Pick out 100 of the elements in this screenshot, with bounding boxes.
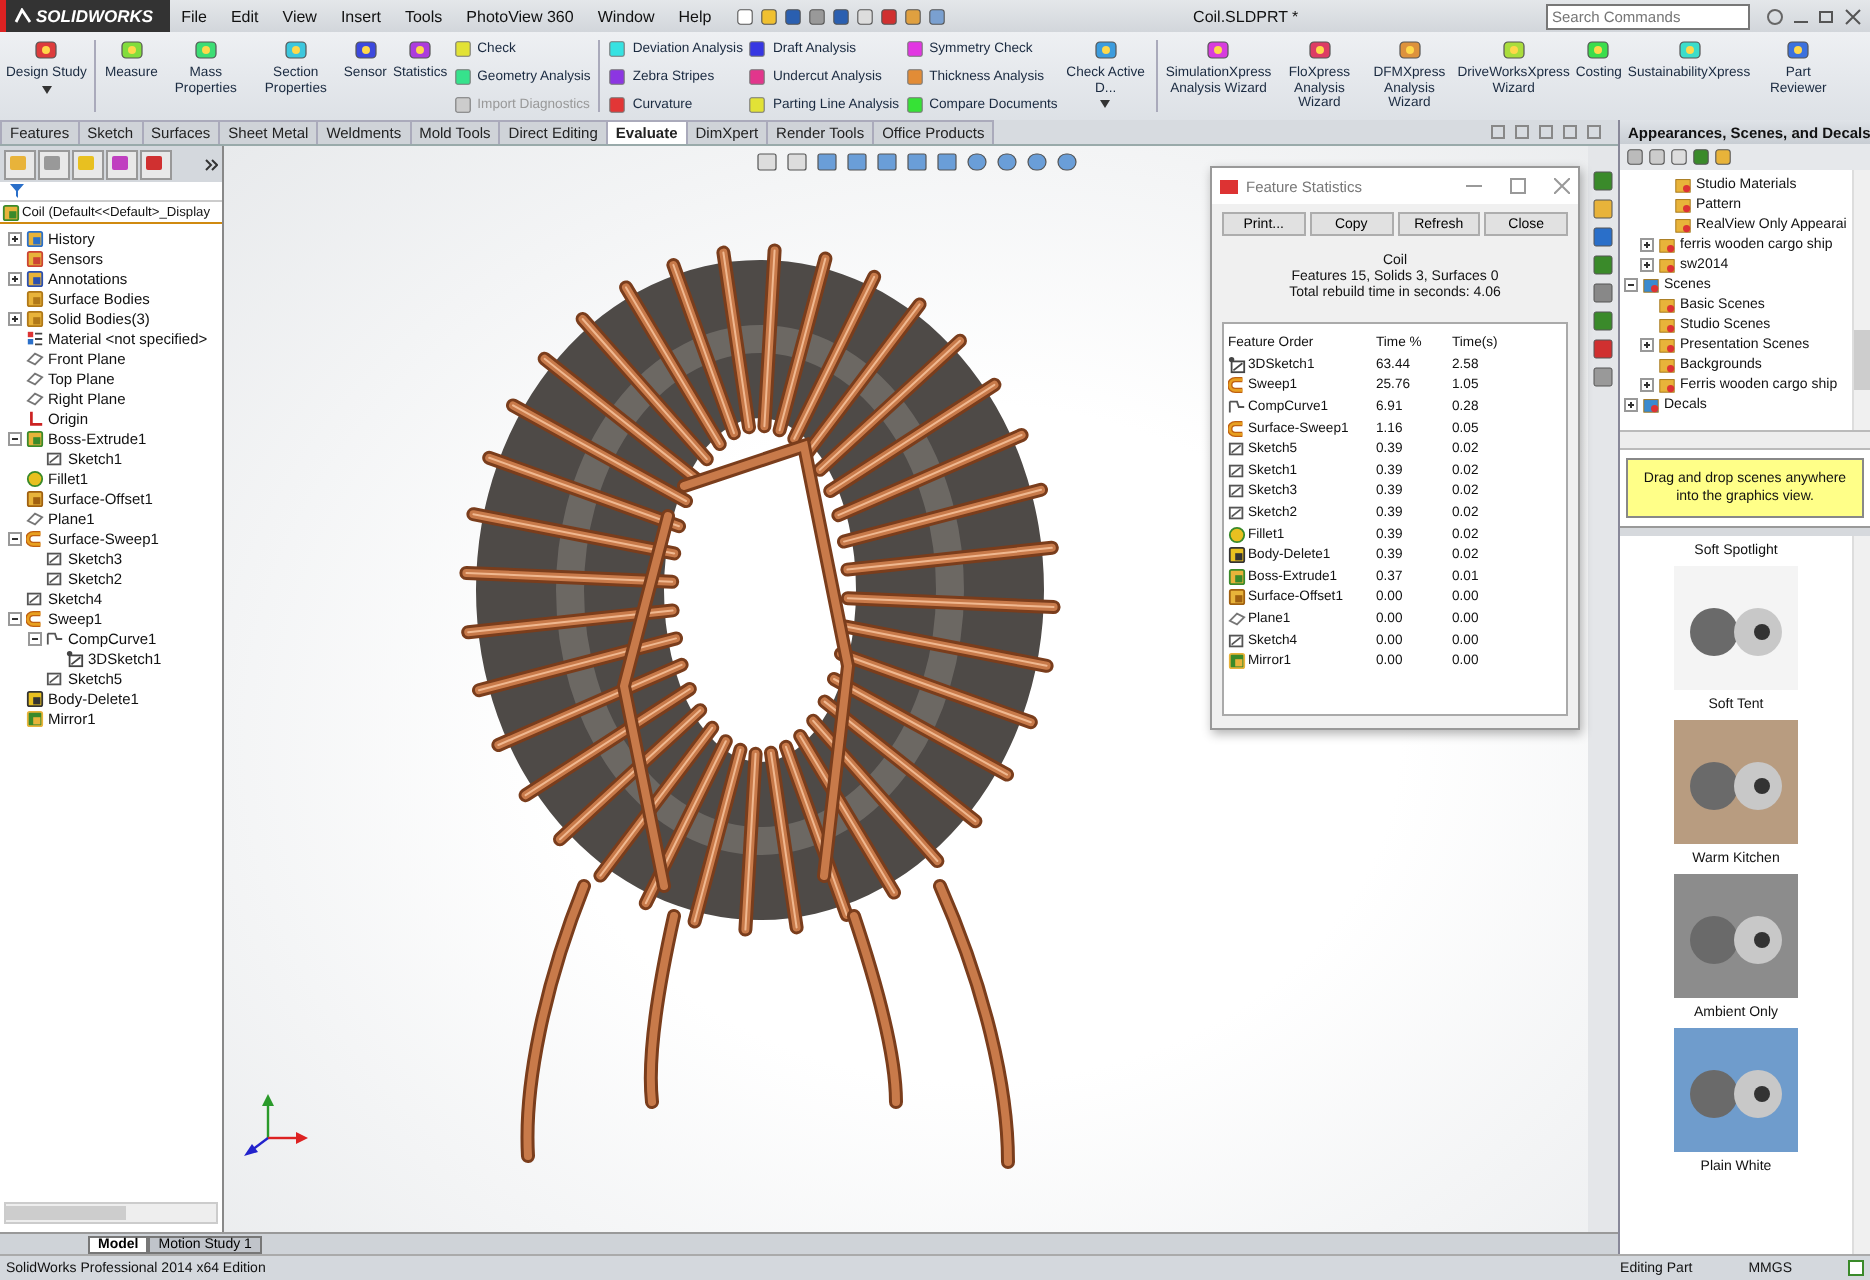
tool-icon [193, 38, 218, 62]
logo-icon [14, 8, 32, 24]
app-logo[interactable]: SOLIDWORKS [0, 0, 170, 32]
sketch-icon [46, 549, 64, 567]
expand-icon[interactable] [8, 311, 22, 325]
vertical-scrollbar[interactable] [1852, 536, 1870, 1254]
vertical-scrollbar[interactable] [1852, 170, 1870, 430]
sketch-icon [66, 649, 84, 667]
scene-thumbnail[interactable] [1674, 874, 1798, 998]
sensor-icon [26, 249, 44, 267]
expand-icon[interactable] [8, 271, 22, 285]
menu-item[interactable]: Help [666, 7, 724, 25]
folder-icon [1658, 255, 1676, 273]
sketch-icon [1228, 503, 1246, 522]
sketch-icon [1228, 440, 1246, 459]
task-pane-tab-icon[interactable] [1592, 366, 1614, 388]
tile-icon[interactable] [1490, 124, 1506, 140]
sketch-icon [46, 669, 64, 687]
expand-panel-icon[interactable] [204, 157, 218, 171]
collapse-icon[interactable] [28, 631, 42, 645]
menu-item[interactable]: File [169, 7, 219, 25]
mirror-icon [26, 709, 44, 727]
cube-icon[interactable] [876, 152, 898, 172]
caret-icon [1100, 100, 1111, 109]
task-pane-tab-icon[interactable] [1592, 282, 1614, 304]
sketch-icon [1228, 355, 1246, 374]
scene-thumbnail[interactable] [1674, 720, 1798, 844]
tool-icon [1786, 38, 1811, 62]
expand-icon[interactable] [1640, 257, 1654, 271]
collapse-icon[interactable] [8, 611, 22, 625]
folder-icon [1658, 295, 1676, 313]
expand-icon[interactable] [1640, 377, 1654, 391]
tool-icon [1397, 38, 1422, 62]
task-pane-tab-icon[interactable] [1592, 170, 1614, 192]
menu-item[interactable]: PhotoView 360 [454, 7, 586, 25]
close-icon[interactable] [1844, 7, 1862, 25]
scene-thumbnail[interactable] [1674, 1028, 1798, 1152]
menu-item[interactable]: Insert [328, 7, 393, 25]
task-pane-tab-icon[interactable] [1592, 198, 1614, 220]
delete-body-icon [1228, 546, 1246, 565]
eye-icon[interactable] [936, 152, 958, 172]
folder-icon [1642, 395, 1660, 413]
collapse-icon[interactable] [1624, 277, 1638, 291]
tab-icon [6, 151, 30, 173]
tool-icon [353, 38, 378, 62]
task-pane-tab-icon[interactable] [1592, 310, 1614, 332]
task-pane-tab-icon[interactable] [1592, 254, 1614, 276]
restore-icon[interactable] [1562, 124, 1578, 140]
cube-icon[interactable] [906, 152, 928, 172]
sweep-icon [26, 609, 44, 627]
tool-icon [1307, 38, 1332, 62]
origin-icon [26, 409, 44, 427]
minimize-icon[interactable] [1538, 124, 1554, 140]
scene-thumbnail[interactable] [1674, 566, 1798, 690]
close-icon[interactable] [1586, 124, 1602, 140]
expand-icon[interactable] [1640, 237, 1654, 251]
tab-icon [40, 151, 64, 173]
zoom-icon[interactable] [786, 152, 808, 172]
plane-icon [26, 509, 44, 527]
restore-icon[interactable] [1818, 7, 1836, 25]
folder-icon [1658, 335, 1676, 353]
horizontal-scrollbar[interactable] [1620, 432, 1870, 450]
fillet-icon [1228, 525, 1246, 544]
sketch-icon [46, 569, 64, 587]
monitor-icon[interactable] [1026, 152, 1048, 172]
menu-item[interactable]: Tools [392, 7, 455, 25]
expand-icon[interactable] [1640, 337, 1654, 351]
sketch-icon [1228, 631, 1246, 650]
collapse-icon[interactable] [8, 531, 22, 545]
tab-icon [142, 151, 166, 173]
maximize-icon[interactable] [1510, 178, 1526, 194]
menu-item[interactable]: Edit [218, 7, 271, 25]
tool-icon [34, 38, 59, 62]
sweep-icon [1228, 376, 1246, 395]
tool-icon [1677, 38, 1701, 62]
panel-tab[interactable] [106, 149, 138, 179]
tab-icon [74, 151, 98, 173]
block-icon [2, 203, 20, 221]
collapse-icon[interactable] [8, 431, 22, 445]
cube-icon[interactable] [816, 152, 838, 172]
tool-icon [408, 38, 433, 62]
close-icon[interactable] [1554, 178, 1570, 194]
zoom-icon[interactable] [756, 152, 778, 172]
menu-item[interactable]: View [270, 7, 329, 25]
expand-icon[interactable] [1624, 397, 1638, 411]
task-pane-tab-icon[interactable] [1592, 338, 1614, 360]
tile-icon[interactable] [1514, 124, 1530, 140]
cube-icon[interactable] [846, 152, 868, 172]
horizontal-scrollbar[interactable] [4, 1202, 218, 1224]
panel-tab[interactable] [140, 149, 172, 179]
tool-icon [119, 38, 144, 62]
surface-icon [26, 489, 44, 507]
task-pane-tab-icon[interactable] [1592, 226, 1614, 248]
curve-icon [46, 629, 64, 647]
clock-icon [26, 229, 44, 247]
monitor-icon[interactable] [1056, 152, 1078, 172]
expand-icon[interactable] [8, 231, 22, 245]
sketch-icon [46, 449, 64, 467]
folder-icon [1642, 275, 1660, 293]
menu-item[interactable]: Window [585, 7, 667, 25]
